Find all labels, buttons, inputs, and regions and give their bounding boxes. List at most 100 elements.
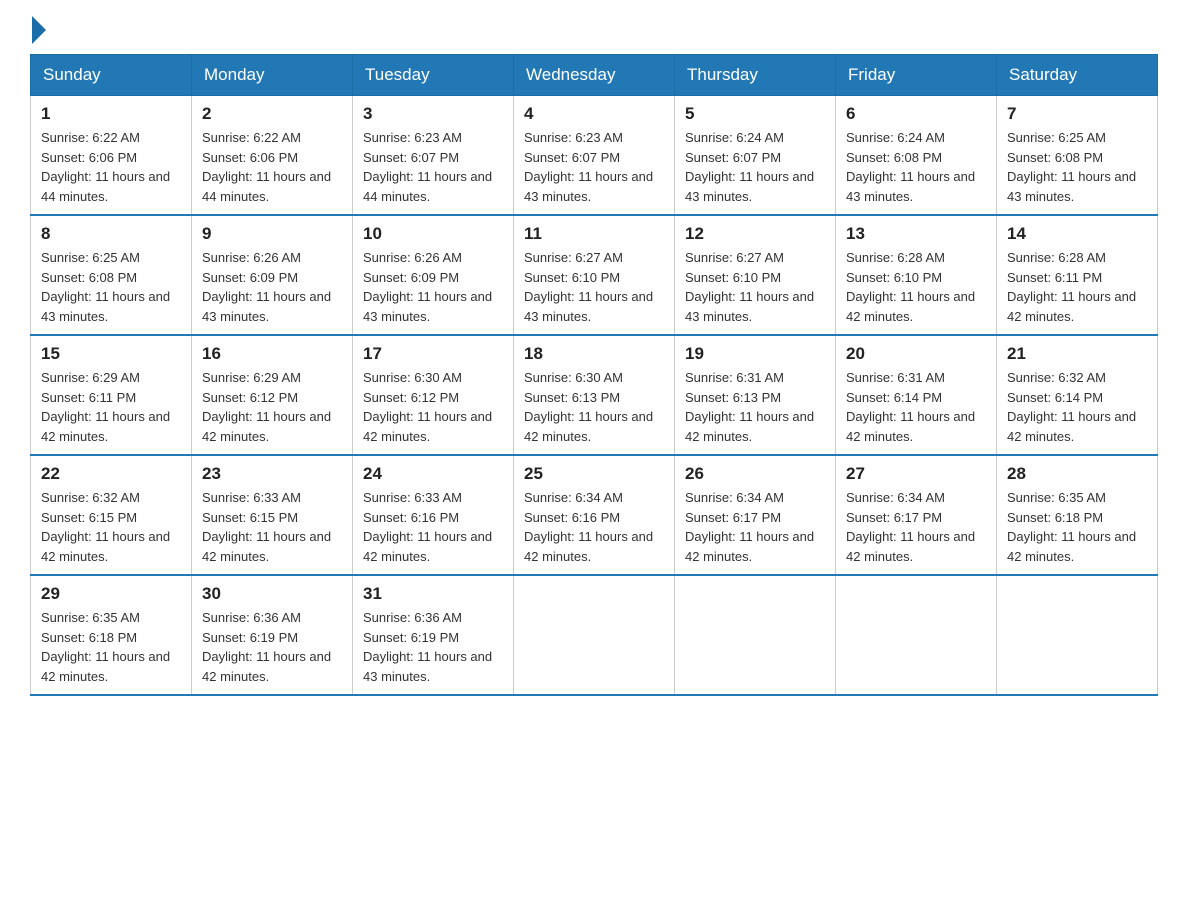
- day-number: 27: [846, 464, 986, 484]
- day-number: 2: [202, 104, 342, 124]
- day-number: 7: [1007, 104, 1147, 124]
- calendar-cell: 31 Sunrise: 6:36 AMSunset: 6:19 PMDayligh…: [353, 575, 514, 695]
- calendar-cell: 20 Sunrise: 6:31 AMSunset: 6:14 PMDayligh…: [836, 335, 997, 455]
- calendar-cell: 13Sunrise: 6:28 AMSunset: 6:10 PMDayligh…: [836, 215, 997, 335]
- calendar-cell: 16 Sunrise: 6:29 AMSunset: 6:12 PMDayligh…: [192, 335, 353, 455]
- day-number: 26: [685, 464, 825, 484]
- day-number: 23: [202, 464, 342, 484]
- day-info: Sunrise: 6:24 AMSunset: 6:08 PMDaylight:…: [846, 128, 986, 206]
- day-info: Sunrise: 6:31 AMSunset: 6:14 PMDaylight:…: [846, 368, 986, 446]
- day-info: Sunrise: 6:29 AMSunset: 6:11 PMDaylight:…: [41, 368, 181, 446]
- calendar-cell: 7 Sunrise: 6:25 AMSunset: 6:08 PMDaylight…: [997, 96, 1158, 216]
- weekday-header-row: SundayMondayTuesdayWednesdayThursdayFrid…: [31, 55, 1158, 96]
- calendar-cell: 18 Sunrise: 6:30 AMSunset: 6:13 PMDayligh…: [514, 335, 675, 455]
- calendar-cell: [997, 575, 1158, 695]
- day-number: 17: [363, 344, 503, 364]
- page-header: [30, 20, 1158, 44]
- day-info: Sunrise: 6:26 AMSunset: 6:09 PMDaylight:…: [202, 248, 342, 326]
- day-number: 24: [363, 464, 503, 484]
- day-number: 13: [846, 224, 986, 244]
- day-number: 21: [1007, 344, 1147, 364]
- day-info: Sunrise: 6:23 AMSunset: 6:07 PMDaylight:…: [363, 128, 503, 206]
- week-row-1: 1Sunrise: 6:22 AMSunset: 6:06 PMDaylight…: [31, 96, 1158, 216]
- day-number: 20: [846, 344, 986, 364]
- week-row-5: 29 Sunrise: 6:35 AMSunset: 6:18 PMDayligh…: [31, 575, 1158, 695]
- weekday-header-saturday: Saturday: [997, 55, 1158, 96]
- calendar-cell: 23 Sunrise: 6:33 AMSunset: 6:15 PMDayligh…: [192, 455, 353, 575]
- weekday-header-monday: Monday: [192, 55, 353, 96]
- logo: [30, 20, 46, 44]
- day-number: 9: [202, 224, 342, 244]
- logo-arrow-icon: [32, 16, 46, 44]
- day-info: Sunrise: 6:30 AMSunset: 6:13 PMDaylight:…: [524, 368, 664, 446]
- day-number: 18: [524, 344, 664, 364]
- day-info: Sunrise: 6:24 AMSunset: 6:07 PMDaylight:…: [685, 128, 825, 206]
- calendar-cell: 27Sunrise: 6:34 AMSunset: 6:17 PMDayligh…: [836, 455, 997, 575]
- day-number: 6: [846, 104, 986, 124]
- day-number: 31: [363, 584, 503, 604]
- day-info: Sunrise: 6:36 AMSunset: 6:19 PMDaylight:…: [363, 608, 503, 686]
- day-number: 11: [524, 224, 664, 244]
- day-number: 10: [363, 224, 503, 244]
- day-info: Sunrise: 6:28 AMSunset: 6:11 PMDaylight:…: [1007, 248, 1147, 326]
- calendar-cell: 11 Sunrise: 6:27 AMSunset: 6:10 PMDayligh…: [514, 215, 675, 335]
- day-info: Sunrise: 6:30 AMSunset: 6:12 PMDaylight:…: [363, 368, 503, 446]
- day-number: 4: [524, 104, 664, 124]
- day-info: Sunrise: 6:27 AMSunset: 6:10 PMDaylight:…: [685, 248, 825, 326]
- calendar-cell: 29 Sunrise: 6:35 AMSunset: 6:18 PMDayligh…: [31, 575, 192, 695]
- week-row-3: 15 Sunrise: 6:29 AMSunset: 6:11 PMDayligh…: [31, 335, 1158, 455]
- calendar-cell: 5 Sunrise: 6:24 AMSunset: 6:07 PMDaylight…: [675, 96, 836, 216]
- weekday-header-thursday: Thursday: [675, 55, 836, 96]
- weekday-header-sunday: Sunday: [31, 55, 192, 96]
- day-number: 5: [685, 104, 825, 124]
- calendar-cell: [514, 575, 675, 695]
- calendar-cell: 25Sunrise: 6:34 AMSunset: 6:16 PMDayligh…: [514, 455, 675, 575]
- day-info: Sunrise: 6:31 AMSunset: 6:13 PMDaylight:…: [685, 368, 825, 446]
- calendar-cell: 28Sunrise: 6:35 AMSunset: 6:18 PMDayligh…: [997, 455, 1158, 575]
- calendar-cell: 10Sunrise: 6:26 AMSunset: 6:09 PMDayligh…: [353, 215, 514, 335]
- day-number: 22: [41, 464, 181, 484]
- calendar-cell: 24 Sunrise: 6:33 AMSunset: 6:16 PMDayligh…: [353, 455, 514, 575]
- day-info: Sunrise: 6:34 AMSunset: 6:17 PMDaylight:…: [685, 488, 825, 566]
- day-info: Sunrise: 6:33 AMSunset: 6:15 PMDaylight:…: [202, 488, 342, 566]
- calendar-cell: 8 Sunrise: 6:25 AMSunset: 6:08 PMDaylight…: [31, 215, 192, 335]
- calendar-cell: 6 Sunrise: 6:24 AMSunset: 6:08 PMDaylight…: [836, 96, 997, 216]
- calendar-cell: 21 Sunrise: 6:32 AMSunset: 6:14 PMDayligh…: [997, 335, 1158, 455]
- day-number: 25: [524, 464, 664, 484]
- calendar-body: 1Sunrise: 6:22 AMSunset: 6:06 PMDaylight…: [31, 96, 1158, 696]
- calendar-cell: [675, 575, 836, 695]
- day-number: 14: [1007, 224, 1147, 244]
- calendar-cell: [836, 575, 997, 695]
- day-info: Sunrise: 6:25 AMSunset: 6:08 PMDaylight:…: [41, 248, 181, 326]
- calendar-cell: 15 Sunrise: 6:29 AMSunset: 6:11 PMDayligh…: [31, 335, 192, 455]
- calendar-cell: 9 Sunrise: 6:26 AMSunset: 6:09 PMDaylight…: [192, 215, 353, 335]
- day-number: 16: [202, 344, 342, 364]
- weekday-header-tuesday: Tuesday: [353, 55, 514, 96]
- day-number: 15: [41, 344, 181, 364]
- day-info: Sunrise: 6:25 AMSunset: 6:08 PMDaylight:…: [1007, 128, 1147, 206]
- day-info: Sunrise: 6:35 AMSunset: 6:18 PMDaylight:…: [1007, 488, 1147, 566]
- calendar-cell: 17 Sunrise: 6:30 AMSunset: 6:12 PMDayligh…: [353, 335, 514, 455]
- day-info: Sunrise: 6:36 AMSunset: 6:19 PMDaylight:…: [202, 608, 342, 686]
- calendar-cell: 26 Sunrise: 6:34 AMSunset: 6:17 PMDayligh…: [675, 455, 836, 575]
- day-info: Sunrise: 6:27 AMSunset: 6:10 PMDaylight:…: [524, 248, 664, 326]
- weekday-header-wednesday: Wednesday: [514, 55, 675, 96]
- day-info: Sunrise: 6:29 AMSunset: 6:12 PMDaylight:…: [202, 368, 342, 446]
- day-number: 19: [685, 344, 825, 364]
- day-info: Sunrise: 6:32 AMSunset: 6:15 PMDaylight:…: [41, 488, 181, 566]
- day-number: 8: [41, 224, 181, 244]
- weekday-header-friday: Friday: [836, 55, 997, 96]
- day-info: Sunrise: 6:23 AMSunset: 6:07 PMDaylight:…: [524, 128, 664, 206]
- calendar-cell: 12Sunrise: 6:27 AMSunset: 6:10 PMDayligh…: [675, 215, 836, 335]
- day-info: Sunrise: 6:32 AMSunset: 6:14 PMDaylight:…: [1007, 368, 1147, 446]
- day-number: 29: [41, 584, 181, 604]
- day-info: Sunrise: 6:22 AMSunset: 6:06 PMDaylight:…: [202, 128, 342, 206]
- day-info: Sunrise: 6:33 AMSunset: 6:16 PMDaylight:…: [363, 488, 503, 566]
- day-number: 3: [363, 104, 503, 124]
- calendar-cell: 2 Sunrise: 6:22 AMSunset: 6:06 PMDaylight…: [192, 96, 353, 216]
- day-info: Sunrise: 6:35 AMSunset: 6:18 PMDaylight:…: [41, 608, 181, 686]
- calendar-cell: 3 Sunrise: 6:23 AMSunset: 6:07 PMDaylight…: [353, 96, 514, 216]
- day-info: Sunrise: 6:22 AMSunset: 6:06 PMDaylight:…: [41, 128, 181, 206]
- day-number: 30: [202, 584, 342, 604]
- week-row-2: 8 Sunrise: 6:25 AMSunset: 6:08 PMDaylight…: [31, 215, 1158, 335]
